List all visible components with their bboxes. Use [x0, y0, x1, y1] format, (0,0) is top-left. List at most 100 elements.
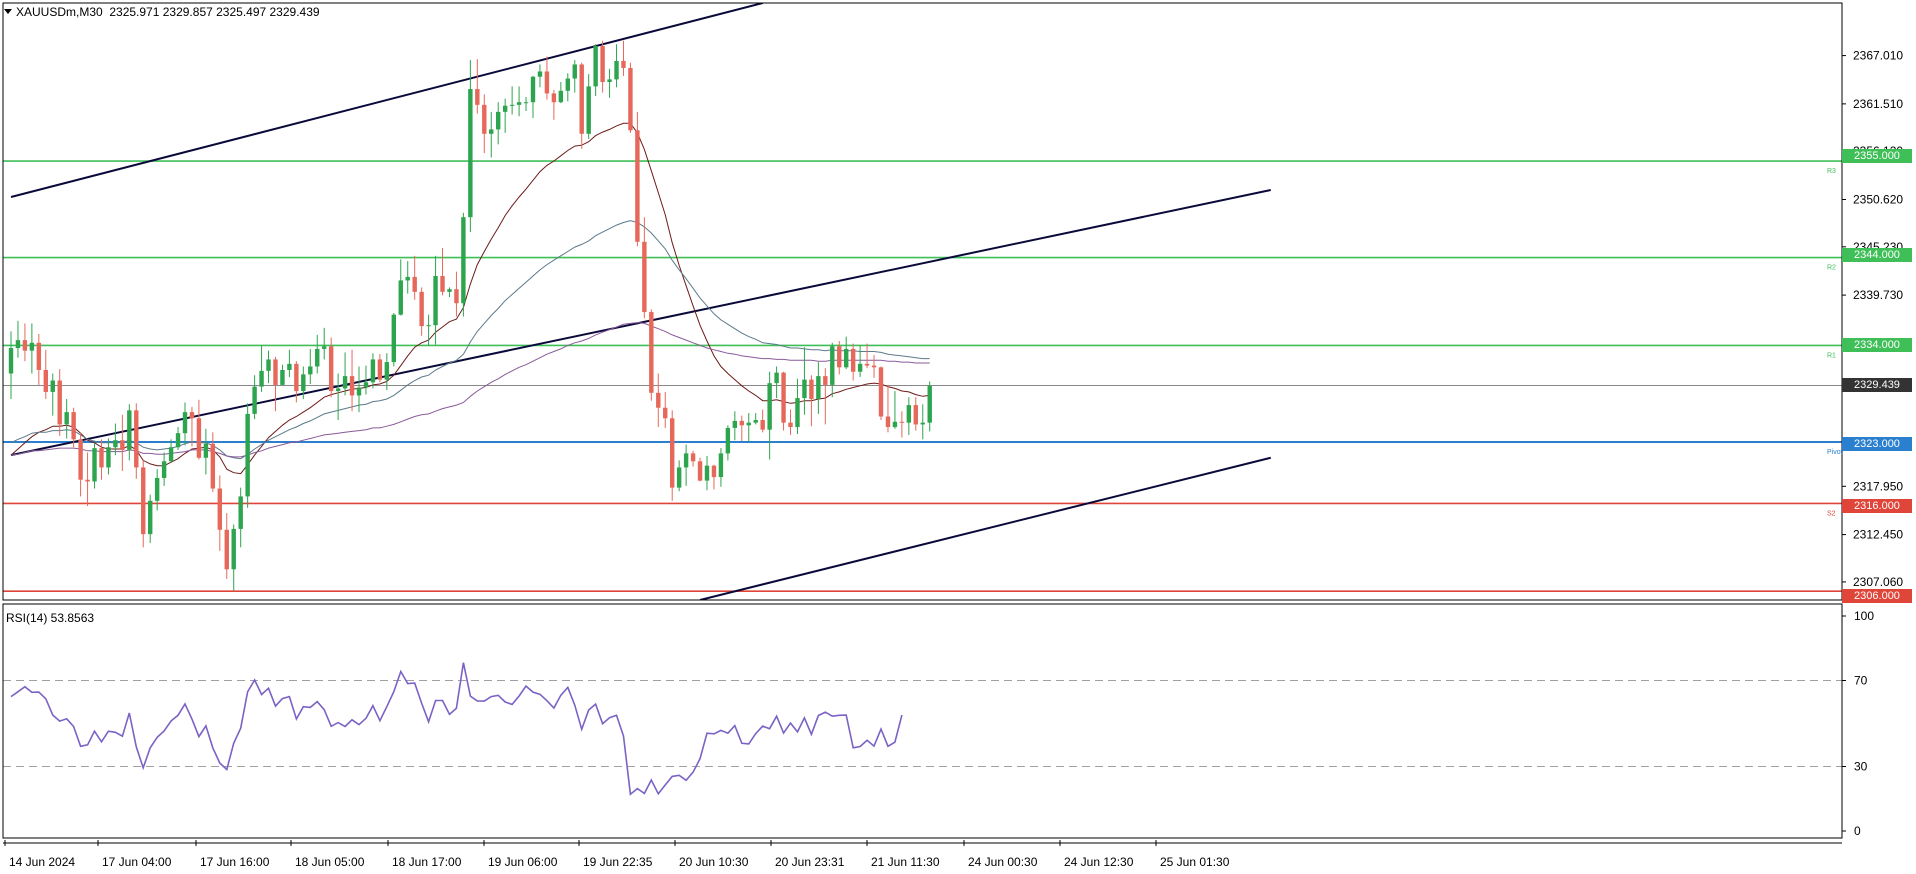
candle: [621, 40, 626, 76]
candle: [892, 391, 898, 429]
candle: [718, 448, 724, 487]
candle: [927, 381, 932, 432]
candle-body: [168, 447, 174, 462]
x-tick-label: 25 Jun 01:30: [1160, 855, 1230, 869]
candle: [767, 371, 772, 460]
candle: [878, 366, 884, 421]
candle-body: [85, 479, 90, 482]
candle-body: [36, 342, 42, 370]
candle-body: [621, 60, 626, 68]
candle: [523, 96, 529, 111]
candle-body: [530, 76, 536, 103]
candle: [99, 439, 104, 480]
candle: [711, 464, 717, 490]
candle-body: [461, 217, 466, 304]
dropdown-triangle-icon[interactable]: [4, 9, 12, 14]
candle-body: [161, 461, 167, 478]
candle: [182, 402, 188, 446]
candle-body: [120, 440, 125, 450]
candle-body: [600, 46, 605, 83]
y-tick-label: 2312.450: [1853, 528, 1903, 542]
candle: [663, 391, 668, 428]
candle: [120, 414, 125, 471]
candle-body: [426, 325, 431, 327]
y-tick-label: 2367.010: [1853, 49, 1903, 63]
candle-body: [642, 241, 647, 313]
candle-body: [892, 421, 898, 428]
candle-body: [489, 129, 494, 134]
x-tick-label: 21 Jun 11:30: [871, 855, 940, 869]
candle-body: [628, 67, 633, 131]
x-tick-label: 17 Jun 16:00: [200, 855, 270, 869]
candle: [857, 345, 863, 378]
candle-body: [43, 369, 48, 392]
candle: [203, 428, 209, 475]
candle-body: [906, 405, 912, 423]
candle-body: [816, 376, 821, 399]
y-tick-label: 2339.730: [1853, 288, 1903, 302]
candle: [15, 320, 21, 358]
candle: [572, 60, 577, 93]
candle: [50, 373, 55, 416]
x-tick-label: 19 Jun 22:35: [583, 855, 653, 869]
candle: [753, 412, 758, 425]
candle: [732, 411, 738, 441]
candle-body: [704, 465, 710, 481]
rsi-tick-label: 70: [1854, 674, 1868, 688]
candle: [154, 469, 160, 511]
candle: [22, 323, 28, 362]
candle-body: [287, 363, 292, 370]
candle-body: [29, 342, 35, 351]
chart-window[interactable]: 2367.0102361.5102356.1202350.6202345.230…: [0, 0, 1916, 874]
candle-body: [412, 276, 417, 292]
candle-body: [697, 461, 703, 481]
candle: [315, 334, 320, 374]
candle: [746, 412, 751, 442]
candle: [704, 456, 710, 491]
candle: [670, 410, 675, 501]
candle: [224, 513, 229, 579]
candle-body: [502, 105, 508, 112]
candle-body: [565, 78, 570, 91]
candle-body: [342, 376, 348, 389]
candle-body: [753, 420, 758, 423]
candle: [774, 366, 779, 399]
candle: [468, 60, 473, 233]
candle-body: [328, 346, 334, 392]
candle: [308, 348, 313, 385]
candle-body: [809, 379, 814, 399]
rsi-panel[interactable]: [3, 662, 1842, 796]
candle: [36, 333, 42, 385]
candle-body: [175, 433, 181, 448]
candle: [530, 75, 536, 119]
candle: [482, 94, 487, 154]
candle: [127, 404, 132, 461]
main-chart-area[interactable]: [3, 3, 1842, 600]
rsi-tick-label: 100: [1854, 609, 1874, 623]
candle-body: [607, 79, 612, 83]
candle: [558, 82, 564, 104]
x-tick-label: 24 Jun 12:30: [1064, 855, 1134, 869]
candle-body: [732, 420, 738, 428]
candle: [489, 111, 494, 158]
candle-body: [224, 529, 229, 570]
candle: [642, 217, 647, 319]
x-tick-label: 17 Jun 04:00: [102, 855, 172, 869]
candle: [273, 356, 278, 412]
candle: [795, 378, 800, 435]
candle-body: [217, 488, 222, 530]
candle-body: [252, 386, 257, 414]
candle: [607, 68, 612, 98]
x-tick-label: 18 Jun 05:00: [295, 855, 365, 869]
candle: [377, 354, 383, 383]
price-label-pivot: 2323.000: [1842, 437, 1912, 451]
candle: [454, 271, 459, 317]
candle: [189, 406, 195, 447]
trendline[interactable]: [699, 456, 1272, 600]
candle-body: [141, 467, 146, 535]
candle-body: [154, 477, 160, 501]
chart-canvas[interactable]: 2367.0102361.5102356.1202350.6202345.230…: [0, 0, 1916, 874]
level-tag: Pivot: [1827, 449, 1843, 456]
candle: [238, 487, 243, 548]
candle-body: [64, 412, 69, 425]
